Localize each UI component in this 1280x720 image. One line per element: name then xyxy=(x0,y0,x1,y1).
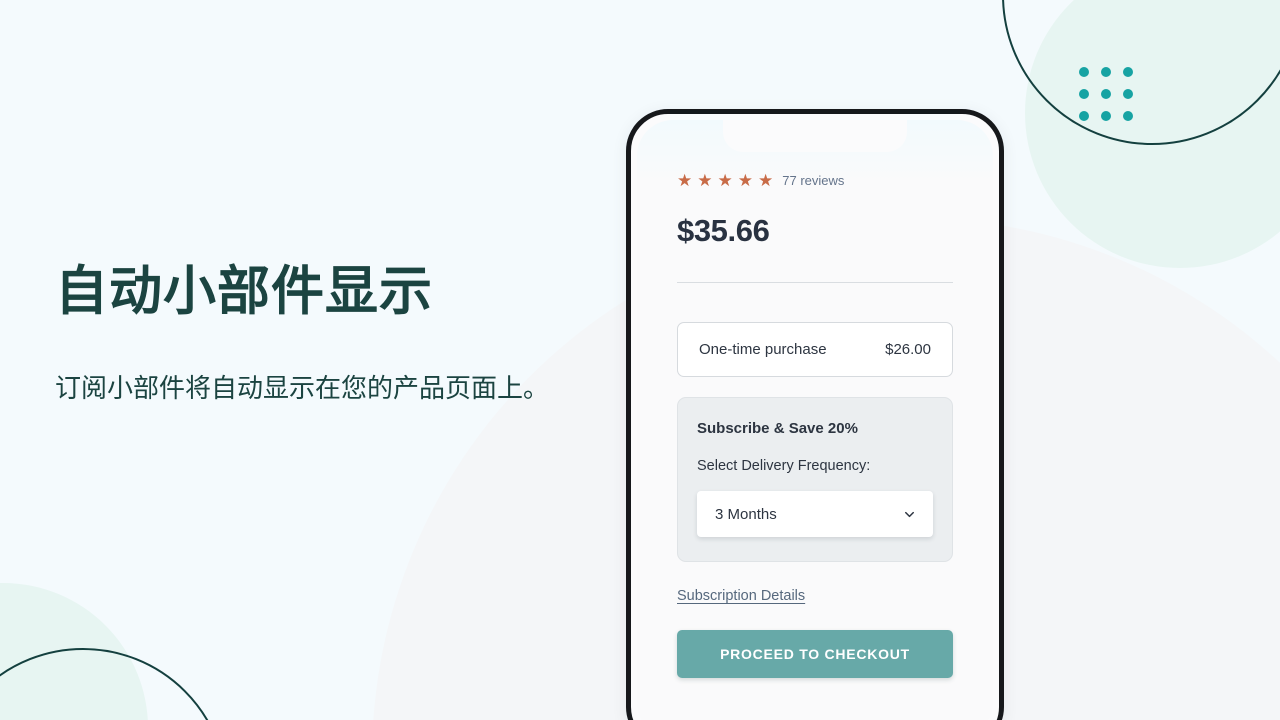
star-icon: ★ xyxy=(717,171,733,190)
proceed-to-checkout-button[interactable]: PROCEED TO CHECKOUT xyxy=(677,630,953,678)
page-title: 自动小部件显示 xyxy=(55,262,433,321)
page-subtitle: 订阅小部件将自动显示在您的产品页面上。 xyxy=(55,373,550,404)
star-icon: ★ xyxy=(697,171,713,190)
product-page-content: ★ ★ ★ ★ ★ 77 reviews $35.66 One-time pur… xyxy=(637,172,993,678)
product-price: $35.66 xyxy=(677,213,770,248)
star-rating: ★ ★ ★ ★ ★ xyxy=(677,172,773,189)
chevron-down-icon xyxy=(902,507,917,522)
phone-mockup: ★ ★ ★ ★ ★ 77 reviews $35.66 One-time pur… xyxy=(626,109,1004,720)
outline-circle-bottom-left xyxy=(0,648,228,720)
subscription-details-link[interactable]: Subscription Details xyxy=(677,588,805,604)
dot-grid-icon xyxy=(1079,67,1133,121)
rating-row: ★ ★ ★ ★ ★ 77 reviews xyxy=(677,172,953,189)
subscribe-and-save-panel[interactable]: Subscribe & Save 20% Select Delivery Fre… xyxy=(677,397,953,562)
star-icon: ★ xyxy=(677,171,693,190)
one-time-purchase-label: One-time purchase xyxy=(699,341,827,358)
star-icon: ★ xyxy=(737,171,753,190)
reviews-count-label[interactable]: 77 reviews xyxy=(782,173,844,188)
delivery-frequency-value: 3 Months xyxy=(715,505,777,523)
delivery-frequency-label: Select Delivery Frequency: xyxy=(697,458,871,474)
phone-screen: ★ ★ ★ ★ ★ 77 reviews $35.66 One-time pur… xyxy=(637,120,993,720)
star-icon: ★ xyxy=(758,171,774,190)
one-time-purchase-price: $26.00 xyxy=(885,341,931,358)
marketing-copy: 自动小部件显示 订阅小部件将自动显示在您的产品页面上。 xyxy=(55,262,615,409)
divider xyxy=(677,282,953,283)
subscribe-title: Subscribe & Save 20% xyxy=(697,420,858,437)
phone-notch xyxy=(723,120,907,152)
one-time-purchase-option[interactable]: One-time purchase $26.00 xyxy=(677,322,953,377)
delivery-frequency-select[interactable]: 3 Months xyxy=(697,491,933,537)
